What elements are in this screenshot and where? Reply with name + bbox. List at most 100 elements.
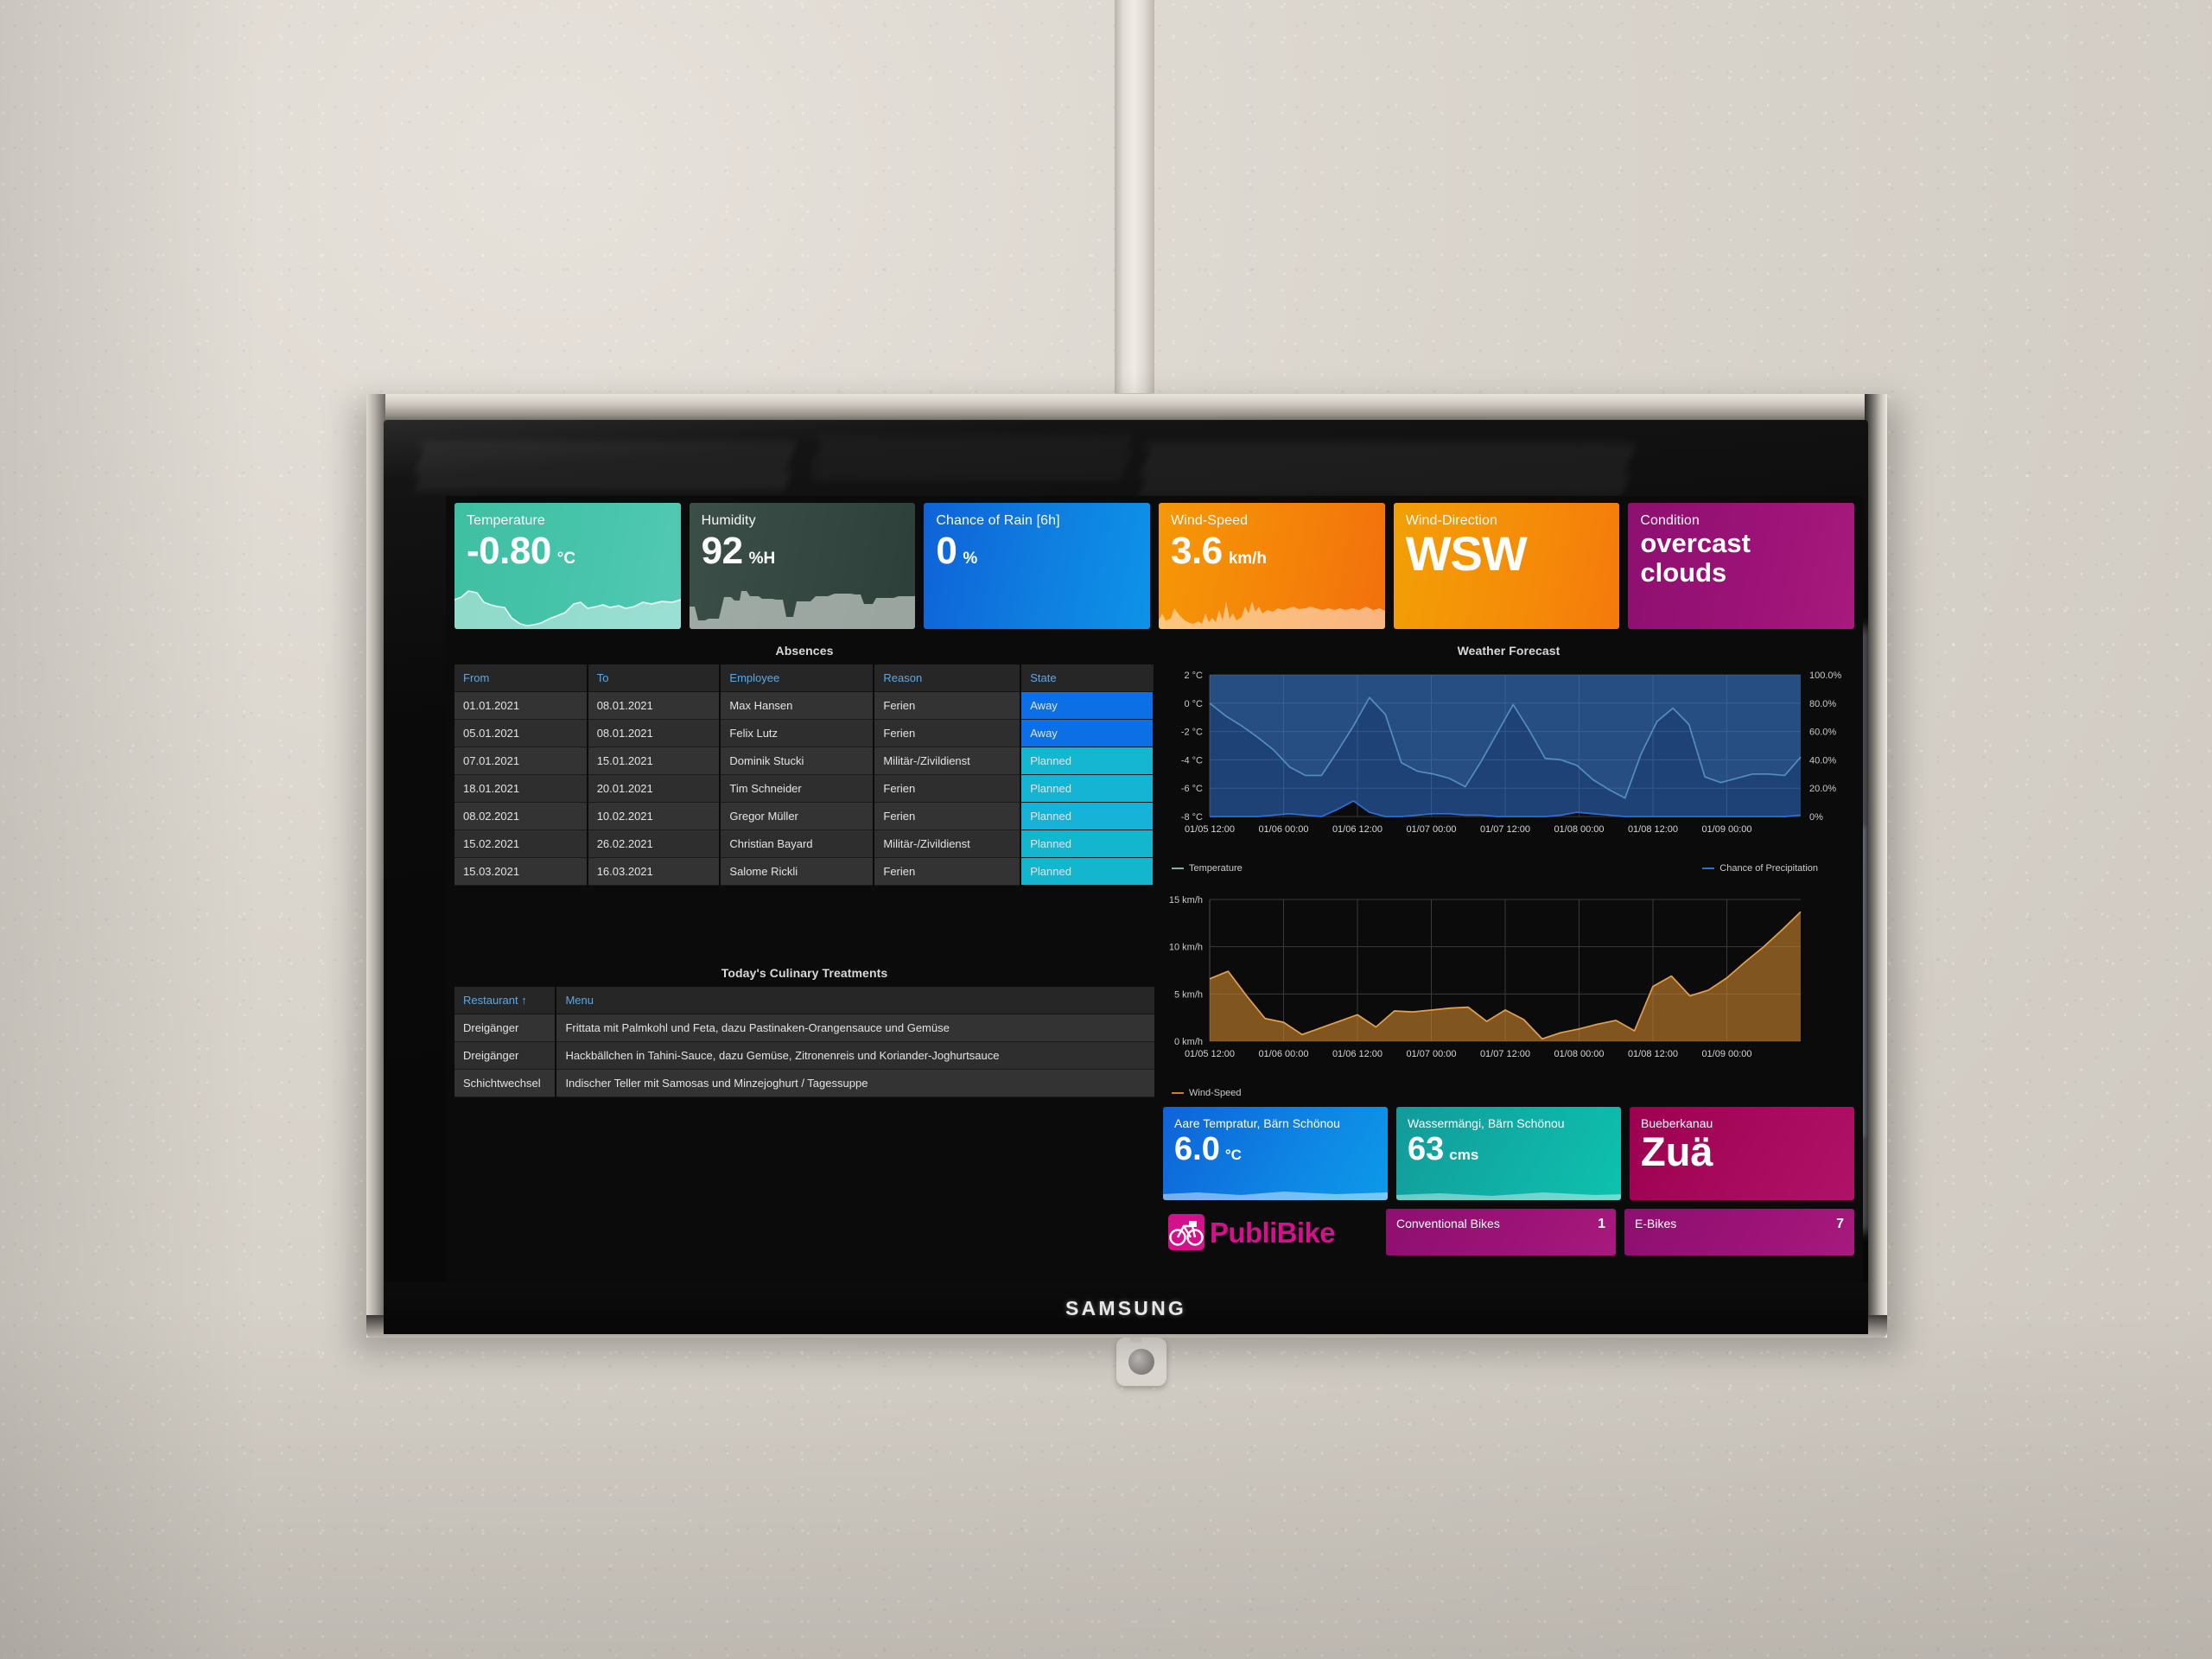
cell-employee: Christian Bayard [720,830,875,858]
x-axis-tick: 01/08 12:00 [1628,1049,1678,1059]
card-value: 6.0 [1174,1131,1220,1167]
y2-axis-tick: 60.0% [1809,728,1836,738]
card-water-flow[interactable]: Wassermängi, Bärn Schönou 63 cms [1396,1107,1621,1200]
table-row[interactable]: 15.02.2021 26.02.2021 Christian Bayard Mili… [454,830,1154,858]
kpi-card-chance-of-rain[interactable]: Chance of Rain [6h] 0 % [924,503,1151,629]
card-unit: °C [1224,1147,1242,1163]
kpi-card-temperature[interactable]: Temperature -0.80 °C [454,503,681,629]
status-badge: Planned [1020,857,1154,886]
legend-temperature[interactable]: Temperature [1172,863,1243,874]
status-badge: Away [1020,691,1154,720]
card-e-bikes[interactable]: E-Bikes 7 [1624,1209,1854,1255]
culinary-table[interactable]: Restaurant ↑ Menu Dreigänger Frittata mit… [454,987,1154,1097]
x-axis-tick: 01/06 12:00 [1332,824,1382,835]
column-header-reason[interactable]: Reason [874,664,1022,692]
table-header-row: Restaurant ↑ Menu [454,987,1154,1014]
wind-speed-chart[interactable]: 15 km/h 10 km/h 5 km/h 0 km/h 01/05 12:00 01/… [1163,889,1854,1098]
x-axis-tick: 01/08 12:00 [1628,824,1678,835]
y-axis-tick: 15 km/h [1169,895,1203,906]
kpi-unit: %H [748,550,776,568]
culinary-title: Today's Culinary Treatments [721,966,888,980]
table-row[interactable]: Dreigänger Hackbällchen in Tahini-Sauce, … [454,1041,1154,1070]
column-header-menu[interactable]: Menu [556,987,1154,1014]
legend-precipitation[interactable]: Chance of Precipitation [1702,863,1818,874]
kpi-card-wind-speed[interactable]: Wind-Speed 3.6 km/h [1159,503,1385,629]
table-row[interactable]: 07.01.2021 15.01.2021 Dominik Stucki Militä… [454,747,1154,775]
tv-left-edge [366,394,385,1338]
column-header-employee[interactable]: Employee [720,664,875,692]
table-row[interactable]: 18.01.2021 20.01.2021 Tim Schneider Ferien P… [454,774,1154,803]
cell-reason: Ferien [874,857,1022,886]
left-column: Absences From To Employee Reason State 0… [454,638,1154,1303]
absences-table[interactable]: From To Employee Reason State 01.01.2021… [454,664,1154,886]
card-count: 1 [1598,1217,1605,1231]
table-row[interactable]: Schichtwechsel Indischer Teller mit Samos… [454,1069,1154,1097]
cell-from: 15.03.2021 [454,857,588,886]
table-row[interactable]: Dreigänger Frittata mit Palmkohl und Feta… [454,1014,1154,1042]
card-label: E-Bikes [1635,1217,1677,1230]
table-row[interactable]: 08.02.2021 10.02.2021 Gregor Müller Ferien P… [454,802,1154,830]
cell-reason: Ferien [874,719,1022,747]
cell-to: 10.02.2021 [587,802,721,830]
status-badge: Away [1020,719,1154,747]
card-bueberkanau[interactable]: Bueberkanau Zuä [1630,1107,1854,1200]
kpi-card-condition[interactable]: Condition overcast clouds [1628,503,1855,629]
x-axis-tick: 01/05 12:00 [1185,824,1235,835]
kpi-card-humidity[interactable]: Humidity 92 %H [689,503,916,629]
wind-legend: Wind-Speed [1163,1086,1854,1098]
wall-seam [1115,0,1154,406]
cell-reason: Militär-/Zivildienst [874,747,1022,775]
publibike-wordmark: PubliBike [1210,1216,1336,1249]
cell-restaurant: Dreigänger [454,1041,557,1070]
weather-forecast-chart[interactable]: 2 °C 0 °C -2 °C -4 °C -6 °C -8 °C 100.0% 80.0% 6… [1163,664,1854,874]
cell-employee: Gregor Müller [720,802,875,830]
cell-to: 08.01.2021 [587,719,721,747]
y-axis-tick: 2 °C [1184,671,1203,681]
column-header-to[interactable]: To [587,664,721,692]
kpi-title: Chance of Rain [6h] [936,513,1060,528]
cell-from: 07.01.2021 [454,747,588,775]
kpi-value: 0 [936,530,957,572]
humidity-sparkline [689,591,916,629]
cell-to: 20.01.2021 [587,774,721,803]
column-header-restaurant[interactable]: Restaurant ↑ [454,987,557,1014]
dashboard-screen[interactable]: Temperature -0.80 °C Humidity 92 %H Chan… [446,496,1863,1306]
column-header-from[interactable]: From [454,664,588,692]
table-row[interactable]: 15.03.2021 16.03.2021 Salome Rickli Ferien P… [454,857,1154,886]
x-axis-tick: 01/06 00:00 [1258,1049,1308,1059]
legend-wind-speed[interactable]: Wind-Speed [1172,1088,1242,1098]
cell-to: 16.03.2021 [587,857,721,886]
card-aare-temperature[interactable]: Aare Tempratur, Bärn Schönou 6.0 °C [1163,1107,1388,1200]
legend-label: Temperature [1189,863,1243,874]
cell-restaurant: Schichtwechsel [454,1069,557,1097]
tv-bezel: HD DOLBY dts Temperature -0.80 °C [384,420,1868,1315]
table-row[interactable]: 01.01.2021 08.01.2021 Max Hansen Ferien Away [454,691,1154,720]
bezel-reflection [811,435,1131,480]
kpi-row: Temperature -0.80 °C Humidity 92 %H Chan… [454,503,1855,629]
water-wave-decor [1396,1192,1621,1200]
absences-title: Absences [775,644,834,658]
water-wave-decor [1163,1192,1388,1200]
x-axis-tick: 01/07 12:00 [1480,824,1530,835]
cell-menu: Indischer Teller mit Samosas und Minzejo… [556,1069,1154,1097]
card-conventional-bikes[interactable]: Conventional Bikes 1 [1386,1209,1616,1255]
cell-to: 15.01.2021 [587,747,721,775]
tv-top-edge [366,394,1887,423]
kpi-value: WSW [1405,526,1528,581]
kpi-title: Humidity [701,513,756,528]
column-header-state[interactable]: State [1020,664,1154,692]
y-axis-tick: -6 °C [1181,784,1203,794]
y-axis-tick: -4 °C [1181,755,1203,766]
kpi-card-wind-direction[interactable]: Wind-Direction WSW [1393,503,1620,629]
x-axis-tick: 01/06 12:00 [1332,1049,1382,1059]
y-axis-tick: 5 km/h [1174,989,1203,1000]
cell-employee: Max Hansen [720,691,875,720]
legend-dash-icon [1172,1092,1184,1094]
kpi-value: overcast clouds [1640,528,1751,588]
cell-restaurant: Dreigänger [454,1014,557,1042]
bezel-reflection [413,441,795,491]
table-row[interactable]: 05.01.2021 08.01.2021 Felix Lutz Ferien Away [454,719,1154,747]
river-cards-row: Aare Tempratur, Bärn Schönou 6.0 °C Wass… [1163,1107,1854,1200]
cell-menu: Hackbällchen in Tahini-Sauce, dazu Gemüs… [556,1041,1154,1070]
legend-label: Wind-Speed [1189,1088,1242,1098]
